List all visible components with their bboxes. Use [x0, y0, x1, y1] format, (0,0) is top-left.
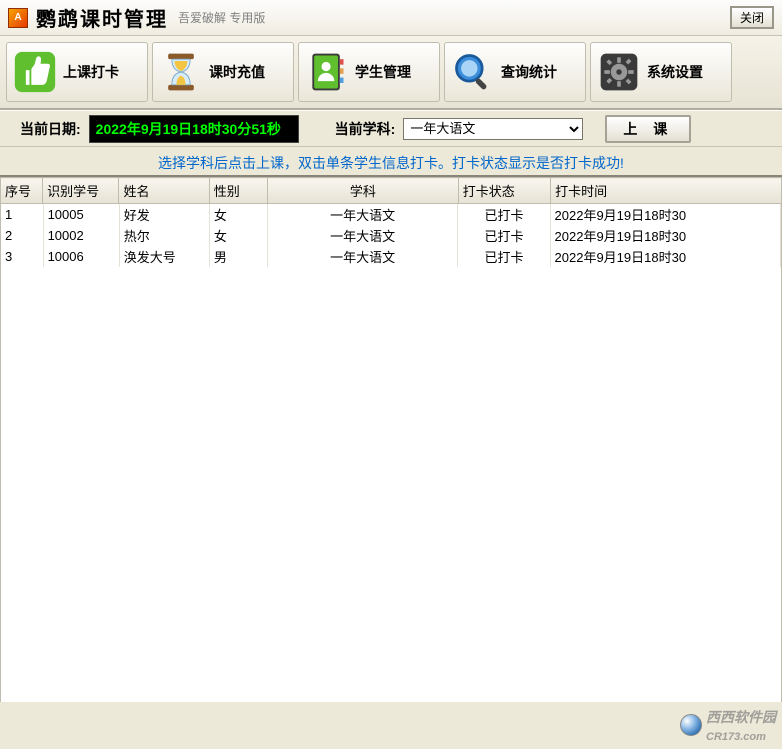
stats-button[interactable]: 查询统计: [444, 42, 586, 102]
control-bar: 当前日期: 2022年9月19日18时30分51秒 当前学科: 一年大语文 上 …: [0, 110, 782, 146]
col-header-status[interactable]: 打卡状态: [458, 178, 550, 204]
cell-idx: 2: [1, 225, 43, 246]
watermark: 西西软件园 CR173.com: [680, 707, 776, 743]
cell-sex: 女: [209, 204, 267, 225]
stats-label: 查询统计: [501, 62, 557, 82]
close-button[interactable]: 关闭: [730, 6, 774, 29]
col-header-name[interactable]: 姓名: [119, 178, 209, 204]
col-header-index[interactable]: 序号: [1, 178, 43, 204]
cell-sex: 男: [209, 246, 267, 267]
start-class-button[interactable]: 上 课: [605, 115, 691, 143]
cell-name: 涣发大号: [119, 246, 209, 267]
cell-sid: 10005: [43, 204, 119, 225]
gear-icon: [597, 50, 641, 94]
cell-time: 2022年9月19日18时30: [550, 204, 780, 225]
titlebar: A 鹦鹉课时管理 吾爱破解 专用版 关闭: [0, 0, 782, 36]
cell-name: 热尔: [119, 225, 209, 246]
cell-name: 好发: [119, 204, 209, 225]
cell-time: 2022年9月19日18时30: [550, 225, 780, 246]
settings-button[interactable]: 系统设置: [590, 42, 732, 102]
cell-idx: 3: [1, 246, 43, 267]
table-row[interactable]: 310006涣发大号男一年大语文已打卡2022年9月19日18时30: [1, 246, 781, 267]
students-label: 学生管理: [355, 62, 411, 82]
main-toolbar: 上课打卡 课时充值 学生管: [0, 36, 782, 110]
app-title: 鹦鹉课时管理: [36, 3, 168, 32]
address-book-icon: [305, 50, 349, 94]
table-row[interactable]: 210002热尔女一年大语文已打卡2022年9月19日18时30: [1, 225, 781, 246]
magnifier-icon: [451, 50, 495, 94]
thumbs-up-icon: [13, 50, 57, 94]
cell-subject: 一年大语文: [268, 204, 458, 225]
col-header-time[interactable]: 打卡时间: [551, 178, 782, 204]
cell-sid: 10006: [43, 246, 119, 267]
current-date-value: 2022年9月19日18时30分51秒: [89, 115, 299, 143]
hourglass-icon: [159, 50, 203, 94]
col-header-sid[interactable]: 识别学号: [43, 178, 119, 204]
app-subtitle: 吾爱破解 专用版: [178, 9, 265, 26]
settings-label: 系统设置: [647, 62, 703, 82]
attend-label: 上课打卡: [63, 62, 119, 82]
recharge-label: 课时充值: [209, 62, 265, 82]
table-header-row: 序号 识别学号 姓名 性别 学科 打卡状态 打卡时间: [1, 178, 782, 204]
students-button[interactable]: 学生管理: [298, 42, 440, 102]
col-header-subject[interactable]: 学科: [268, 178, 459, 204]
app-icon: A: [8, 8, 28, 28]
subject-select[interactable]: 一年大语文: [403, 118, 583, 140]
globe-icon: [680, 714, 702, 736]
watermark-url: CR173.com: [706, 731, 766, 743]
cell-sex: 女: [209, 225, 267, 246]
cell-status: 已打卡: [458, 225, 550, 246]
hint-text: 选择学科后点击上课，双击单条学生信息打卡。打卡状态显示是否打卡成功!: [0, 146, 782, 175]
cell-status: 已打卡: [458, 246, 550, 267]
cell-sid: 10002: [43, 225, 119, 246]
recharge-button[interactable]: 课时充值: [152, 42, 294, 102]
cell-subject: 一年大语文: [268, 225, 458, 246]
cell-subject: 一年大语文: [268, 246, 458, 267]
current-date-label: 当前日期:: [20, 119, 81, 139]
cell-status: 已打卡: [458, 204, 550, 225]
student-table: 序号 识别学号 姓名 性别 学科 打卡状态 打卡时间 110005好发女一年大语…: [0, 175, 782, 702]
watermark-brand: 西西软件园: [706, 709, 776, 725]
cell-time: 2022年9月19日18时30: [550, 246, 780, 267]
col-header-sex[interactable]: 性别: [209, 178, 267, 204]
cell-idx: 1: [1, 204, 43, 225]
current-subject-label: 当前学科:: [335, 119, 396, 139]
attend-button[interactable]: 上课打卡: [6, 42, 148, 102]
table-row[interactable]: 110005好发女一年大语文已打卡2022年9月19日18时30: [1, 204, 781, 225]
